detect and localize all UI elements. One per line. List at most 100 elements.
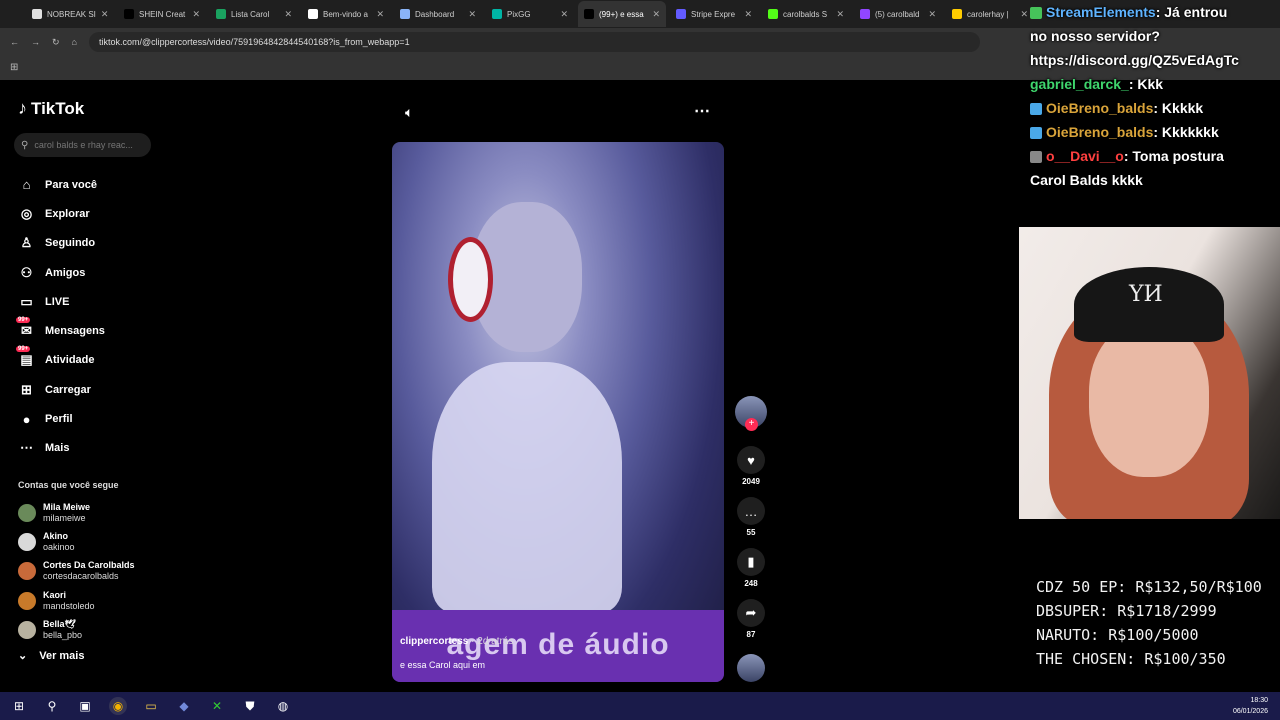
nav-label: Atividade	[45, 354, 95, 367]
tab-favicon-icon	[216, 9, 226, 19]
nav-label: Mais	[45, 442, 70, 455]
browser-tab[interactable]: NOBREAK SI ✕	[26, 1, 114, 27]
home-icon[interactable]: ⌂	[72, 37, 77, 47]
browser-tab[interactable]: SHEIN Creat ✕	[118, 1, 206, 27]
video-author[interactable]: clippercortess · 2d atrás	[400, 636, 513, 647]
nav-label: Carregar	[45, 383, 91, 396]
chat-username: o__Davi__o	[1046, 148, 1124, 164]
friends-icon: ⚇	[20, 264, 33, 280]
nav-item-carregar[interactable]: ⊞ Carregar	[18, 375, 105, 404]
logo-text: TikTok	[31, 98, 85, 118]
task-view-icon[interactable]: ▣	[76, 697, 94, 715]
tab-favicon-icon	[860, 9, 870, 19]
browser-tab[interactable]: carolerhay | ✕	[946, 1, 1034, 27]
url-field[interactable]: tiktok.com/@clippercortess/video/7591964…	[88, 32, 980, 52]
followed-account[interactable]: Cortes Da Carolbalds cortesdacarolbalds	[18, 557, 135, 586]
notification-badge: 99+	[16, 316, 31, 323]
followed-account[interactable]: Mila Meiwe milameiwe	[18, 498, 135, 527]
obs-icon[interactable]: ◍	[274, 697, 292, 715]
close-icon[interactable]: ✕	[744, 9, 752, 20]
browser-tab[interactable]: Stripe Expre ✕	[670, 1, 758, 27]
follow-plus-icon[interactable]: +	[745, 418, 758, 431]
author-name[interactable]: clippercortess	[400, 636, 468, 647]
save-action[interactable]: ▮ 248	[734, 548, 768, 593]
notification-badge: 99+	[16, 345, 31, 352]
nav-item-atividade[interactable]: ▤ 99+ Atividade	[16, 345, 105, 375]
followed-account[interactable]: Bella🕊 bella_pbo	[18, 616, 135, 645]
nav-item-mensagens[interactable]: ✉ 99+ Mensagens	[16, 316, 105, 345]
close-icon[interactable]: ✕	[468, 9, 476, 20]
home-icon: ⌂	[22, 177, 31, 193]
close-icon[interactable]: ✕	[192, 9, 200, 20]
chrome-icon[interactable]: ◉	[109, 697, 127, 715]
browser-tab[interactable]: Bem-vindo a ✕	[302, 1, 390, 27]
apps-icon[interactable]: ⊞	[10, 62, 18, 73]
close-icon[interactable]: ✕	[1020, 9, 1028, 20]
chat-text: : Toma postura	[1123, 148, 1224, 164]
comment-icon[interactable]: …	[737, 497, 765, 525]
avatar	[18, 503, 36, 522]
chat-message: o__Davi__o: Toma postura	[1030, 144, 1280, 168]
forward-icon[interactable]: →	[31, 37, 40, 47]
sound-avatar[interactable]	[737, 654, 765, 682]
search-input[interactable]	[34, 140, 145, 150]
heart-icon[interactable]: ♥	[737, 446, 765, 474]
share-action[interactable]: ➦ 87	[734, 599, 768, 644]
goal-line: NARUTO: R$100/5000	[1036, 626, 1199, 644]
reload-icon[interactable]: ↻	[52, 37, 60, 48]
share-icon[interactable]: ➦	[737, 599, 765, 627]
nav-item-perfil[interactable]: ● Perfil	[18, 404, 105, 433]
bookmark-icon[interactable]: ▮	[737, 548, 765, 576]
search-box[interactable]: ⚲	[14, 133, 151, 157]
tab-label: Lista Carol	[231, 9, 270, 19]
back-icon[interactable]: ←	[10, 37, 19, 47]
browser-tab[interactable]: PixGG ✕	[486, 1, 574, 27]
more-icon: ⋯	[20, 440, 33, 456]
more-options-icon[interactable]: ⋯	[694, 101, 710, 121]
close-icon[interactable]: ✕	[836, 9, 844, 20]
like-count: 2049	[742, 477, 760, 486]
close-icon[interactable]: ✕	[284, 9, 292, 20]
like-action[interactable]: ♥ 2049	[734, 446, 768, 491]
nav-item-amigos[interactable]: ⚇ Amigos	[18, 258, 105, 287]
chat-text: : Kkkkk	[1153, 100, 1204, 116]
close-icon[interactable]: ✕	[101, 9, 109, 20]
windows-taskbar: ⊞ ⚲ ▣ ◉ ▭ ◆ ✕ ⛊ ◍ 18:30 06/01/2026	[0, 692, 1280, 720]
nav-item-mais[interactable]: ⋯ Mais	[18, 434, 105, 463]
main-nav: ⌂ Para você ◎ Explorar ♙ Seguindo ⚇ Amigos ▭ LIVE…	[16, 170, 105, 463]
followed-account[interactable]: Akino oakinoo	[18, 527, 135, 556]
close-icon[interactable]: ✕	[928, 9, 936, 20]
browser-tab[interactable]: carolbalds S ✕	[762, 1, 850, 27]
discord-icon[interactable]: ◆	[175, 697, 193, 715]
video-player[interactable]: agem de áudio clippercortess · 2d atrás …	[392, 142, 724, 682]
see-more-button[interactable]: ⌄ Ver mais	[18, 649, 84, 663]
profile-icon: ●	[22, 411, 31, 427]
creator-avatar[interactable]: +	[735, 396, 767, 431]
comment-action[interactable]: … 55	[734, 497, 768, 542]
avatar	[18, 533, 36, 552]
nav-item-live[interactable]: ▭ LIVE	[18, 287, 105, 316]
close-icon[interactable]: ✕	[652, 9, 660, 20]
nav-item-seguindo[interactable]: ♙ Seguindo	[18, 229, 105, 258]
system-clock[interactable]: 18:30 06/01/2026	[1233, 695, 1268, 717]
followed-account[interactable]: Kaori mandstoledo	[18, 586, 135, 615]
close-icon[interactable]: ✕	[560, 9, 568, 20]
security-icon[interactable]: ⛊	[241, 697, 259, 715]
close-icon[interactable]: ✕	[376, 9, 384, 20]
search-taskbar-icon[interactable]: ⚲	[43, 697, 61, 715]
webcam-face	[1089, 322, 1209, 477]
activity-icon: ▤ 99+	[16, 345, 33, 368]
tiktok-logo[interactable]: ♪ TikTok	[18, 98, 84, 119]
xbox-icon[interactable]: ✕	[208, 697, 226, 715]
browser-tab[interactable]: (5) carolbald ✕	[854, 1, 942, 27]
account-handle: oakinoo	[43, 542, 75, 553]
browser-tab[interactable]: Dashboard ✕	[394, 1, 482, 27]
volume-icon[interactable]: 🔈︎	[405, 104, 413, 121]
windows-start-icon[interactable]: ⊞	[10, 697, 28, 715]
nav-item-explorar[interactable]: ◎ Explorar	[18, 199, 105, 228]
browser-tab[interactable]: (99+) e essa ✕	[578, 1, 666, 27]
nav-item-para-você[interactable]: ⌂ Para você	[18, 170, 105, 199]
tab-label: carolerhay |	[967, 9, 1009, 19]
file-explorer-icon[interactable]: ▭	[142, 697, 160, 715]
browser-tab[interactable]: Lista Carol ✕	[210, 1, 298, 27]
